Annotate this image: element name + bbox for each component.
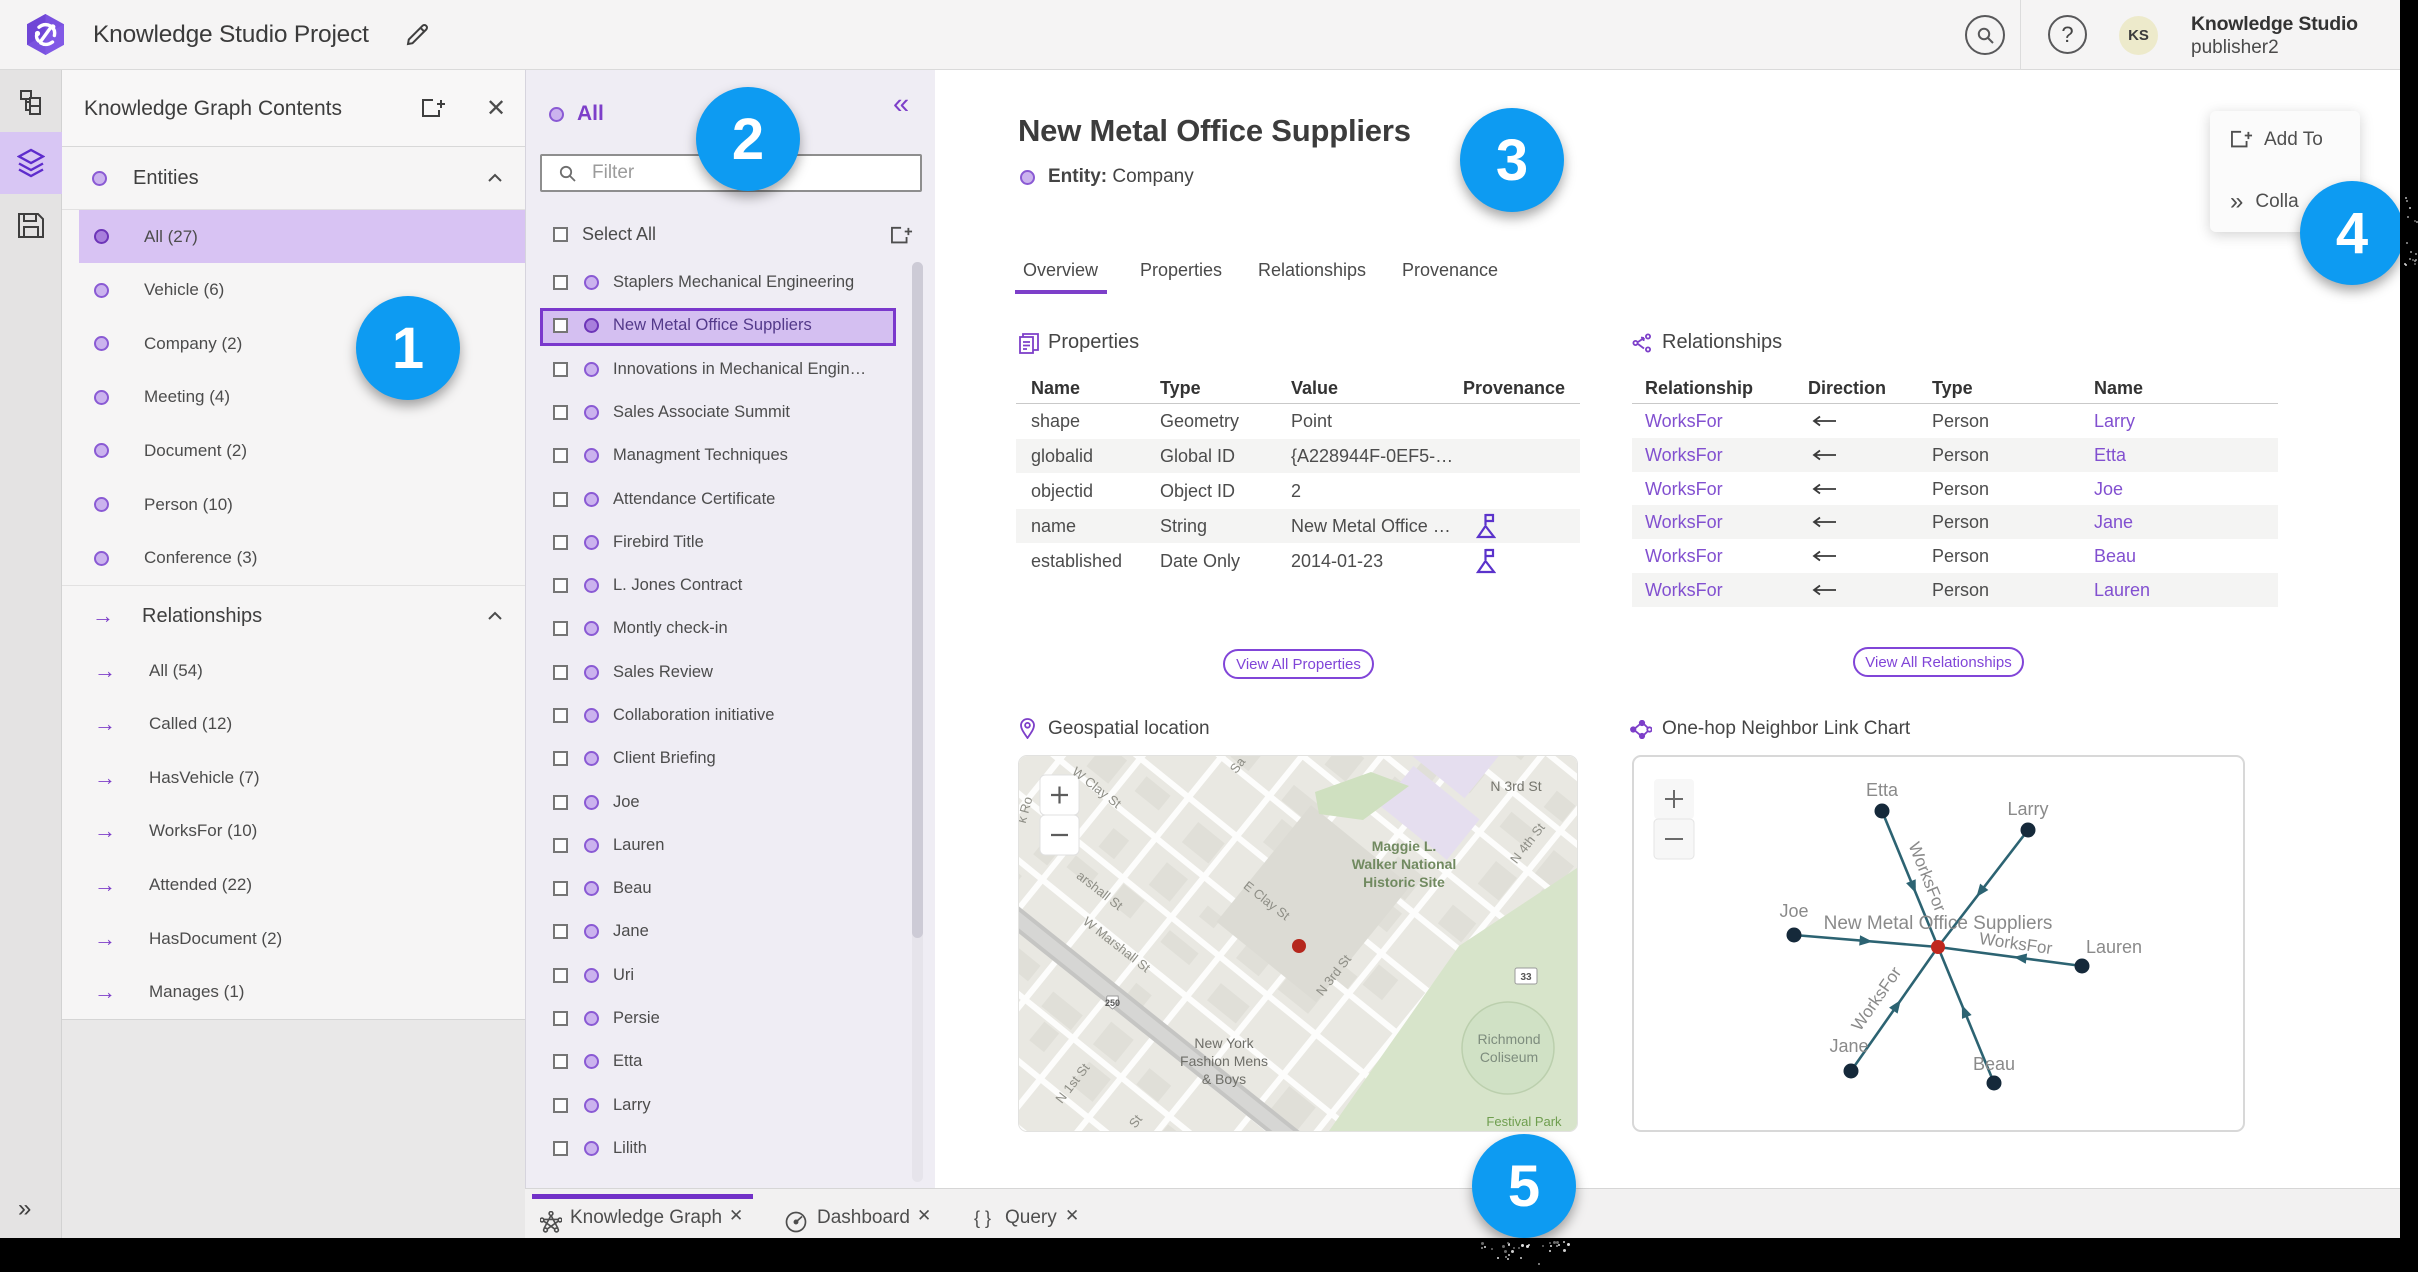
- svg-text:New York: New York: [1194, 1035, 1254, 1051]
- svg-text:Beau: Beau: [1973, 1054, 2015, 1074]
- svg-text:WorksFor: WorksFor: [1905, 839, 1950, 914]
- svg-text:WorksFor: WorksFor: [1848, 963, 1906, 1034]
- svg-text:Richmond: Richmond: [1477, 1031, 1540, 1047]
- svg-text:Fashion Mens: Fashion Mens: [1180, 1053, 1268, 1069]
- svg-text:New Metal Office Suppliers: New Metal Office Suppliers: [1824, 913, 2053, 934]
- svg-text:250: 250: [1105, 998, 1120, 1008]
- svg-text:Historic Site: Historic Site: [1363, 874, 1445, 890]
- svg-text:Walker National: Walker National: [1352, 856, 1457, 872]
- svg-text:33: 33: [1520, 972, 1532, 983]
- svg-text:N 3rd St: N 3rd St: [1490, 778, 1541, 794]
- svg-text:Etta: Etta: [1866, 780, 1899, 800]
- svg-text:Coliseum: Coliseum: [1480, 1049, 1538, 1065]
- svg-text:& Boys: & Boys: [1202, 1071, 1246, 1087]
- svg-text:Joe: Joe: [1779, 901, 1808, 921]
- svg-text:Maggie L.: Maggie L.: [1372, 838, 1437, 854]
- svg-text:Festival Park: Festival Park: [1486, 1114, 1562, 1129]
- svg-text:Larry: Larry: [2007, 799, 2048, 819]
- svg-text:Jane: Jane: [1829, 1036, 1868, 1056]
- svg-text:Lauren: Lauren: [2086, 937, 2142, 957]
